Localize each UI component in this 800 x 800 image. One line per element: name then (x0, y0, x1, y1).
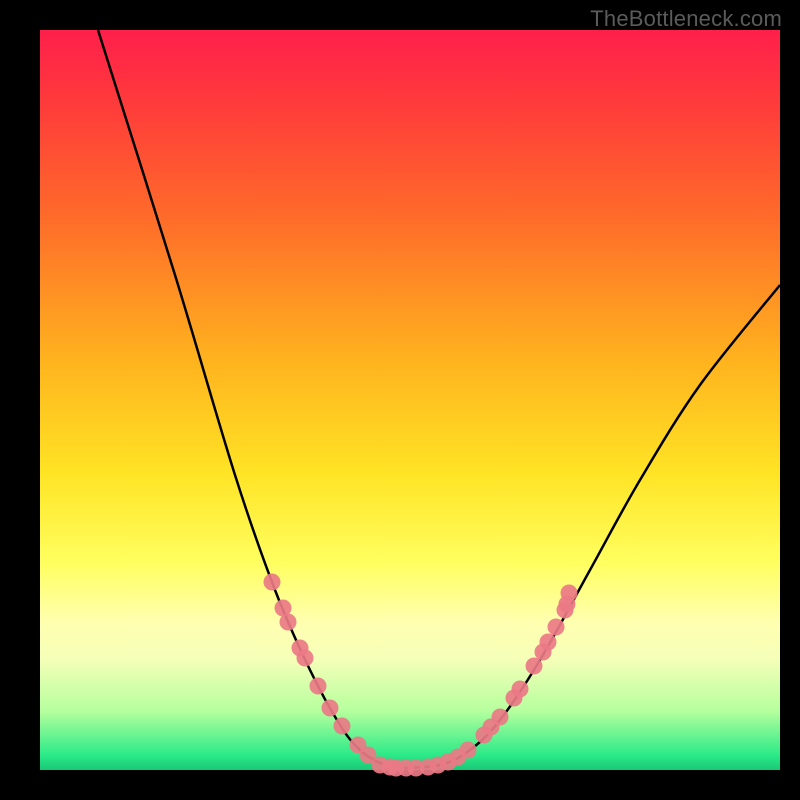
marker-dot (334, 718, 351, 735)
marker-dot (540, 634, 557, 651)
curve-right-curve (400, 285, 780, 768)
marker-dot (280, 614, 297, 631)
marker-dot (460, 742, 477, 759)
marker-dot (526, 658, 543, 675)
marker-dot (512, 681, 529, 698)
curve-lines (98, 30, 780, 768)
marker-dot (561, 585, 578, 602)
curve-left-curve (98, 30, 400, 768)
plot-area (40, 30, 780, 770)
chart-frame: TheBottleneck.com (0, 0, 800, 800)
chart-svg (40, 30, 780, 770)
marker-dot (297, 650, 314, 667)
marker-dot (264, 574, 281, 591)
marker-dot (310, 678, 327, 695)
marker-dot (548, 619, 565, 636)
watermark-text: TheBottleneck.com (590, 6, 782, 32)
marker-dot (322, 700, 339, 717)
marker-dot (492, 709, 509, 726)
